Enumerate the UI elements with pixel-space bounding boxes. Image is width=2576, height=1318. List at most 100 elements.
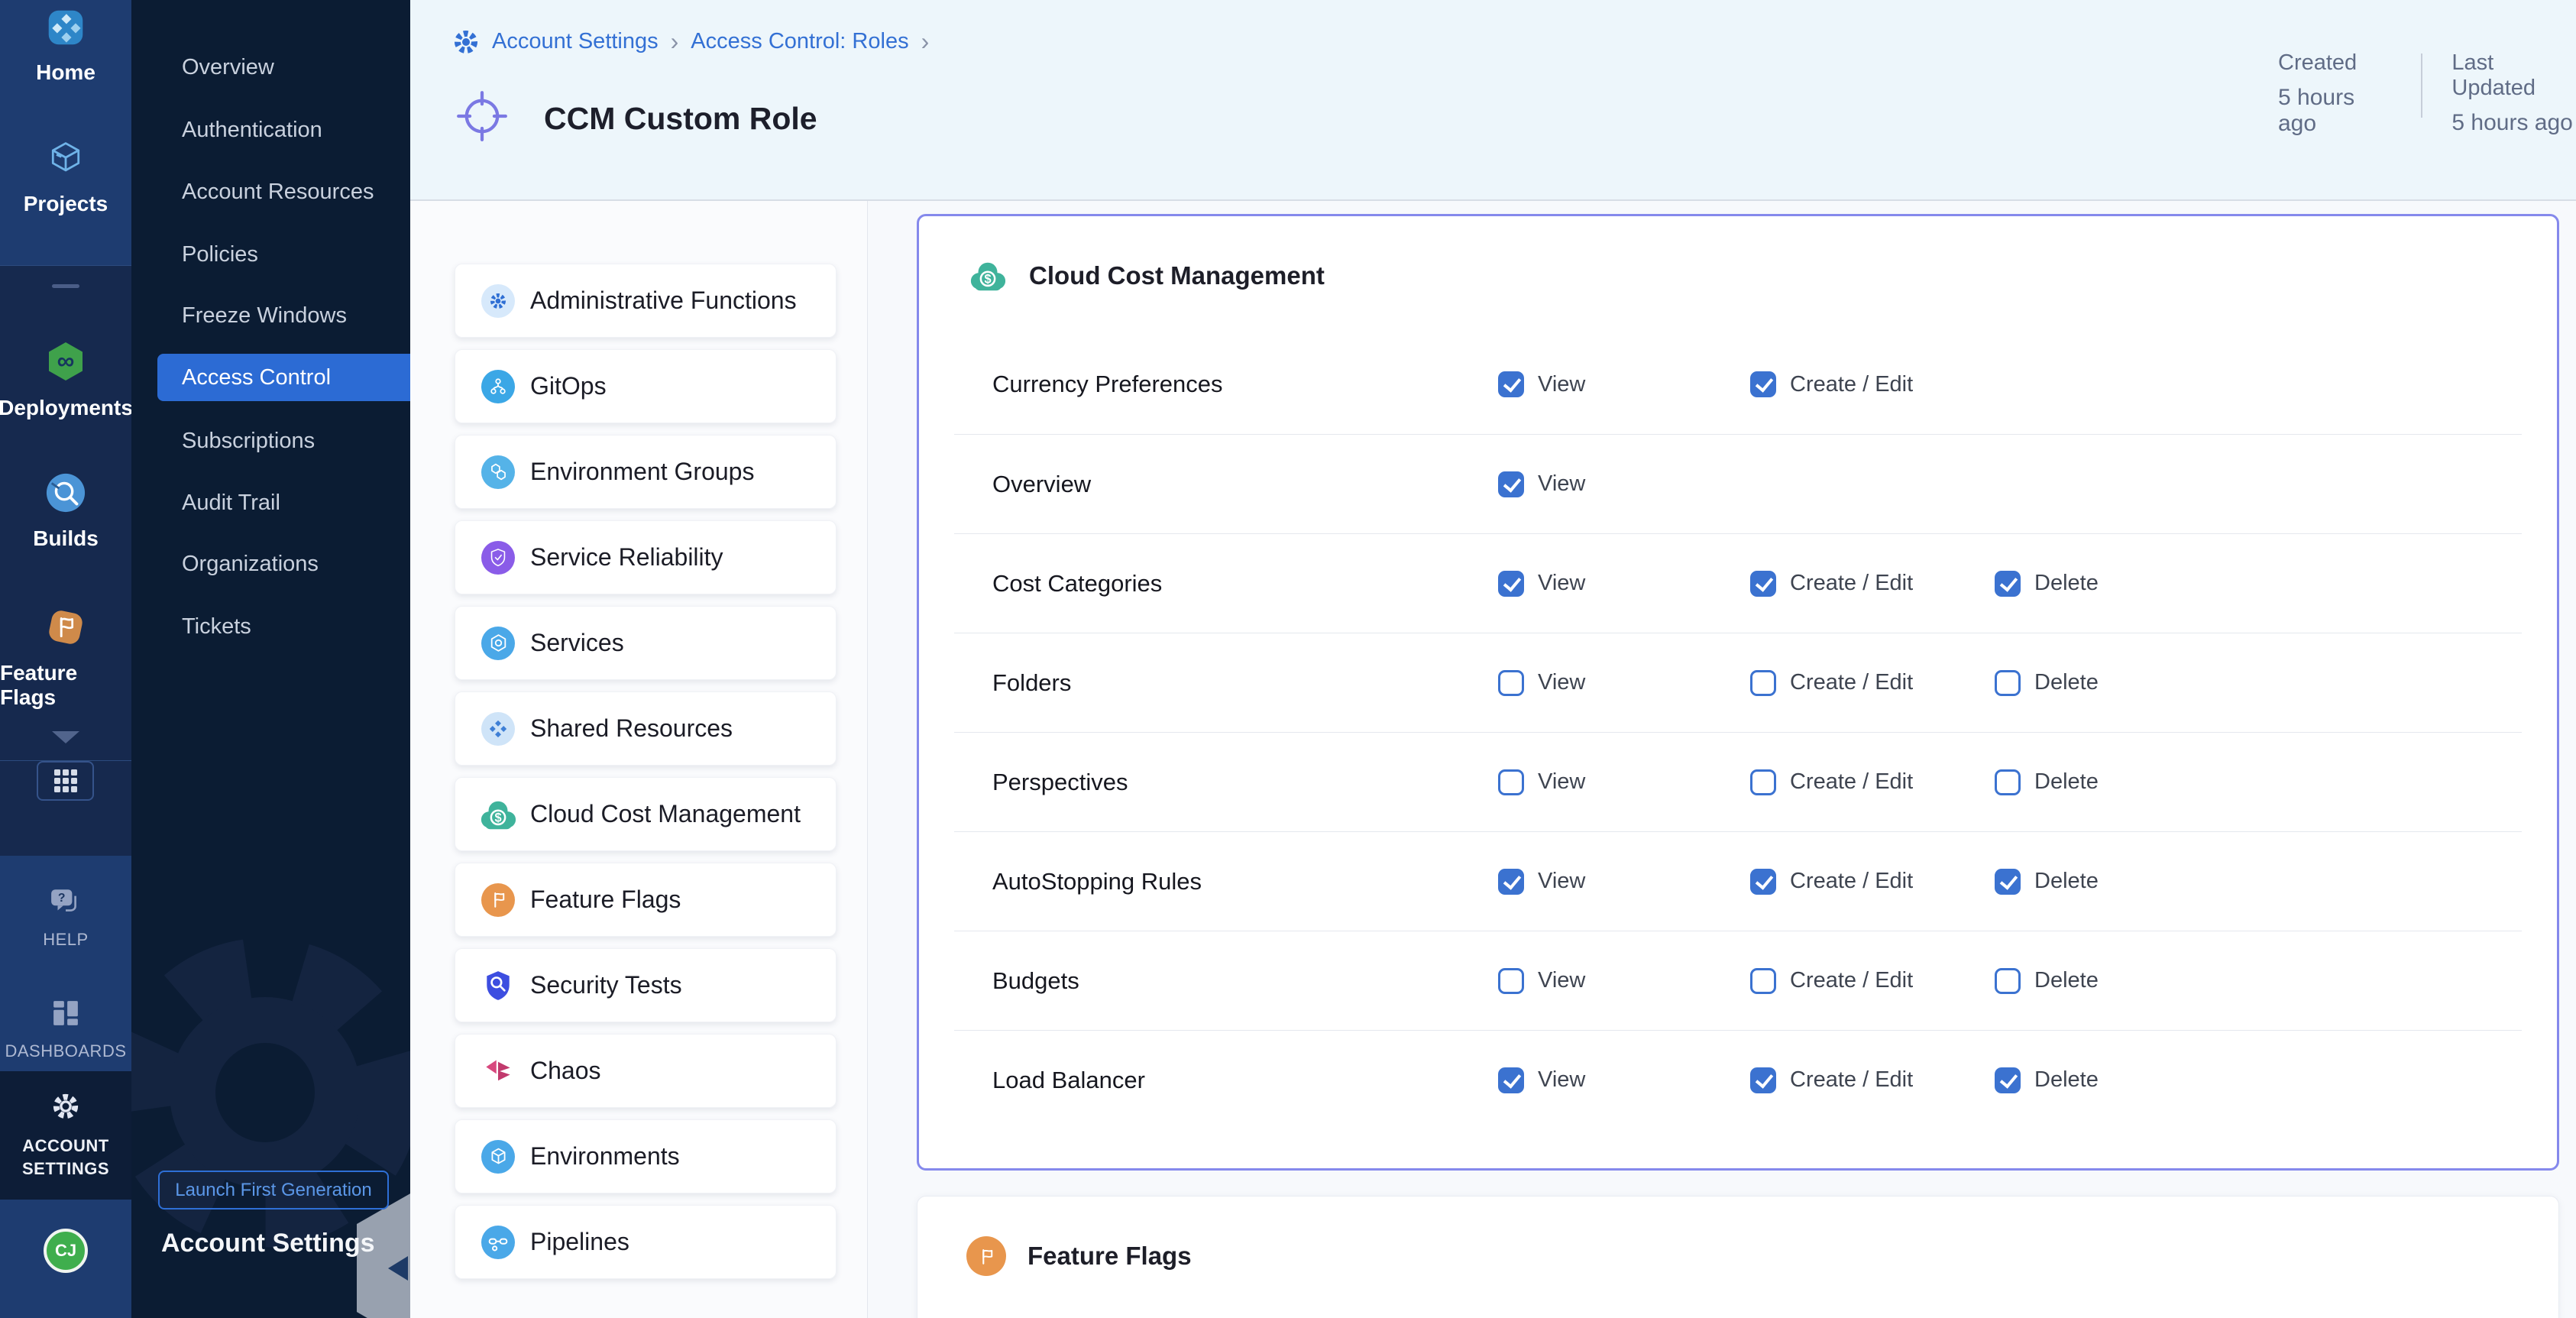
checkbox-checked[interactable] xyxy=(1498,471,1524,497)
resource-card-feature-flags[interactable]: Feature Flags xyxy=(455,863,837,937)
permission-view: View xyxy=(1498,769,1585,795)
sidebar-item-freeze-windows[interactable]: Freeze Windows xyxy=(157,292,410,339)
checkbox-checked[interactable] xyxy=(1498,1067,1524,1093)
checkbox-label: View xyxy=(1538,571,1585,596)
resource-card-cloud-cost-management[interactable]: $Cloud Cost Management xyxy=(455,777,837,851)
checkbox-label: Create / Edit xyxy=(1790,372,1913,397)
permission-delete: Delete xyxy=(1995,769,2099,795)
checkbox-unchecked[interactable] xyxy=(1995,968,2021,994)
user-avatar[interactable]: CJ xyxy=(44,1229,88,1273)
rail-expand-chevron-icon[interactable] xyxy=(52,731,79,743)
checkbox-checked[interactable] xyxy=(1498,371,1524,397)
checkbox-checked[interactable] xyxy=(1498,869,1524,895)
checkbox-label: Create / Edit xyxy=(1790,571,1913,596)
sidebar-item-organizations[interactable]: Organizations xyxy=(157,540,410,588)
checkbox-checked[interactable] xyxy=(1498,571,1524,597)
collapse-sidebar-icon[interactable] xyxy=(388,1256,408,1281)
permission-row-currency-preferences: Currency PreferencesViewCreate / Edit xyxy=(954,335,2522,434)
checkbox-unchecked[interactable] xyxy=(1750,670,1776,696)
checkbox-label: Delete xyxy=(2034,769,2099,795)
sidebar-item-authentication[interactable]: Authentication xyxy=(157,106,410,154)
panel-header: $ Cloud Cost Management xyxy=(968,256,1325,296)
panel-header: Feature Flags xyxy=(966,1236,1192,1276)
permission-delete: Delete xyxy=(1995,1067,2099,1093)
checkbox-label: Delete xyxy=(2034,968,2099,993)
checkbox-label: Delete xyxy=(2034,1067,2099,1093)
gitops-icon xyxy=(481,370,515,403)
resource-card-shared-resources[interactable]: Shared Resources xyxy=(455,691,837,766)
permission-row-label: Cost Categories xyxy=(992,570,1162,597)
module-rail: Home Projects ∞ Deployments Builds Featu… xyxy=(0,0,131,1318)
rail-item-label: Projects xyxy=(24,192,108,216)
sidebar-item-account-resources[interactable]: Account Resources xyxy=(157,168,410,215)
resource-card-services[interactable]: Services xyxy=(455,606,837,680)
checkbox-label: View xyxy=(1538,670,1585,695)
checkbox-unchecked[interactable] xyxy=(1498,670,1524,696)
checkbox-checked[interactable] xyxy=(1750,571,1776,597)
checkbox-label: Delete xyxy=(2034,869,2099,894)
rail-item-deployments[interactable]: ∞ Deployments xyxy=(0,340,131,420)
deployments-icon: ∞ xyxy=(44,340,87,387)
svg-text:$: $ xyxy=(494,811,501,824)
checkbox-unchecked[interactable] xyxy=(1995,670,2021,696)
projects-cube-icon xyxy=(46,139,86,183)
rail-item-feature-flags[interactable]: Feature Flags xyxy=(0,607,131,710)
resource-card-administrative-functions[interactable]: Administrative Functions xyxy=(455,264,837,338)
sidebar-item-policies[interactable]: Policies xyxy=(157,231,410,278)
sidebar-item-audit-trail[interactable]: Audit Trail xyxy=(157,479,410,526)
service-reliability-icon xyxy=(481,541,515,575)
checkbox-unchecked[interactable] xyxy=(1498,769,1524,795)
checkbox-checked[interactable] xyxy=(1995,571,2021,597)
settings-gear-icon xyxy=(452,28,480,56)
permission-row-folders: FoldersViewCreate / EditDelete xyxy=(954,633,2522,732)
grid-icon xyxy=(54,769,77,792)
sidebar-item-access-control[interactable]: Access Control xyxy=(157,354,410,401)
resource-card-gitops[interactable]: GitOps xyxy=(455,349,837,423)
permission-row-label: AutoStopping Rules xyxy=(992,868,1202,895)
last-updated-label: Last Updated xyxy=(2451,50,2576,101)
module-picker-button[interactable] xyxy=(37,761,94,801)
permission-view: View xyxy=(1498,968,1585,994)
checkbox-unchecked[interactable] xyxy=(1750,968,1776,994)
checkbox-unchecked[interactable] xyxy=(1995,769,2021,795)
permission-row-label: Budgets xyxy=(992,967,1079,995)
checkbox-checked[interactable] xyxy=(1995,1067,2021,1093)
launch-first-generation-button[interactable]: Launch First Generation xyxy=(158,1171,389,1210)
resource-card-label: GitOps xyxy=(530,372,607,400)
rail-item-label: Builds xyxy=(33,526,99,551)
checkbox-checked[interactable] xyxy=(1750,869,1776,895)
resource-card-label: Environment Groups xyxy=(530,458,754,486)
resource-card-environment-groups[interactable]: Environment Groups xyxy=(455,435,837,509)
created-value: 5 hours ago xyxy=(2278,85,2392,137)
checkbox-label: Delete xyxy=(2034,670,2099,695)
rail-item-home[interactable]: Home xyxy=(0,8,131,85)
resource-card-security-tests[interactable]: Security Tests xyxy=(455,948,837,1022)
checkbox-checked[interactable] xyxy=(1995,869,2021,895)
rail-item-projects[interactable]: Projects xyxy=(0,139,131,216)
rail-item-dashboards[interactable]: DASHBOARDS xyxy=(0,999,131,1063)
breadcrumb-link-roles[interactable]: Access Control: Roles xyxy=(691,29,908,54)
resource-card-chaos[interactable]: Chaos xyxy=(455,1034,837,1108)
permission-view: View xyxy=(1498,471,1585,497)
harness-home-icon xyxy=(46,8,86,51)
checkbox-unchecked[interactable] xyxy=(1498,968,1524,994)
breadcrumb-link-account-settings[interactable]: Account Settings xyxy=(492,29,659,54)
sidebar-item-tickets[interactable]: Tickets xyxy=(157,603,410,650)
checkbox-checked[interactable] xyxy=(1750,371,1776,397)
resource-card-pipelines[interactable]: Pipelines xyxy=(455,1205,837,1279)
checkbox-checked[interactable] xyxy=(1750,1067,1776,1093)
permission-row-perspectives: PerspectivesViewCreate / EditDelete xyxy=(954,732,2522,831)
permission-delete: Delete xyxy=(1995,670,2099,696)
rail-divider-dash xyxy=(52,284,79,288)
resource-card-service-reliability[interactable]: Service Reliability xyxy=(455,520,837,594)
checkbox-unchecked[interactable] xyxy=(1750,769,1776,795)
rail-item-help[interactable]: ? HELP xyxy=(0,888,131,951)
panel-title: Feature Flags xyxy=(1027,1242,1192,1271)
checkbox-label: View xyxy=(1538,471,1585,497)
sidebar-item-overview[interactable]: Overview xyxy=(157,44,410,91)
rail-item-builds[interactable]: Builds xyxy=(0,472,131,551)
rail-item-account-settings[interactable]: ACCOUNTSETTINGS xyxy=(0,1091,131,1180)
resource-card-environments[interactable]: Environments xyxy=(455,1119,837,1193)
cloud-cost-icon: $ xyxy=(968,256,1008,296)
sidebar-item-subscriptions[interactable]: Subscriptions xyxy=(157,417,410,465)
